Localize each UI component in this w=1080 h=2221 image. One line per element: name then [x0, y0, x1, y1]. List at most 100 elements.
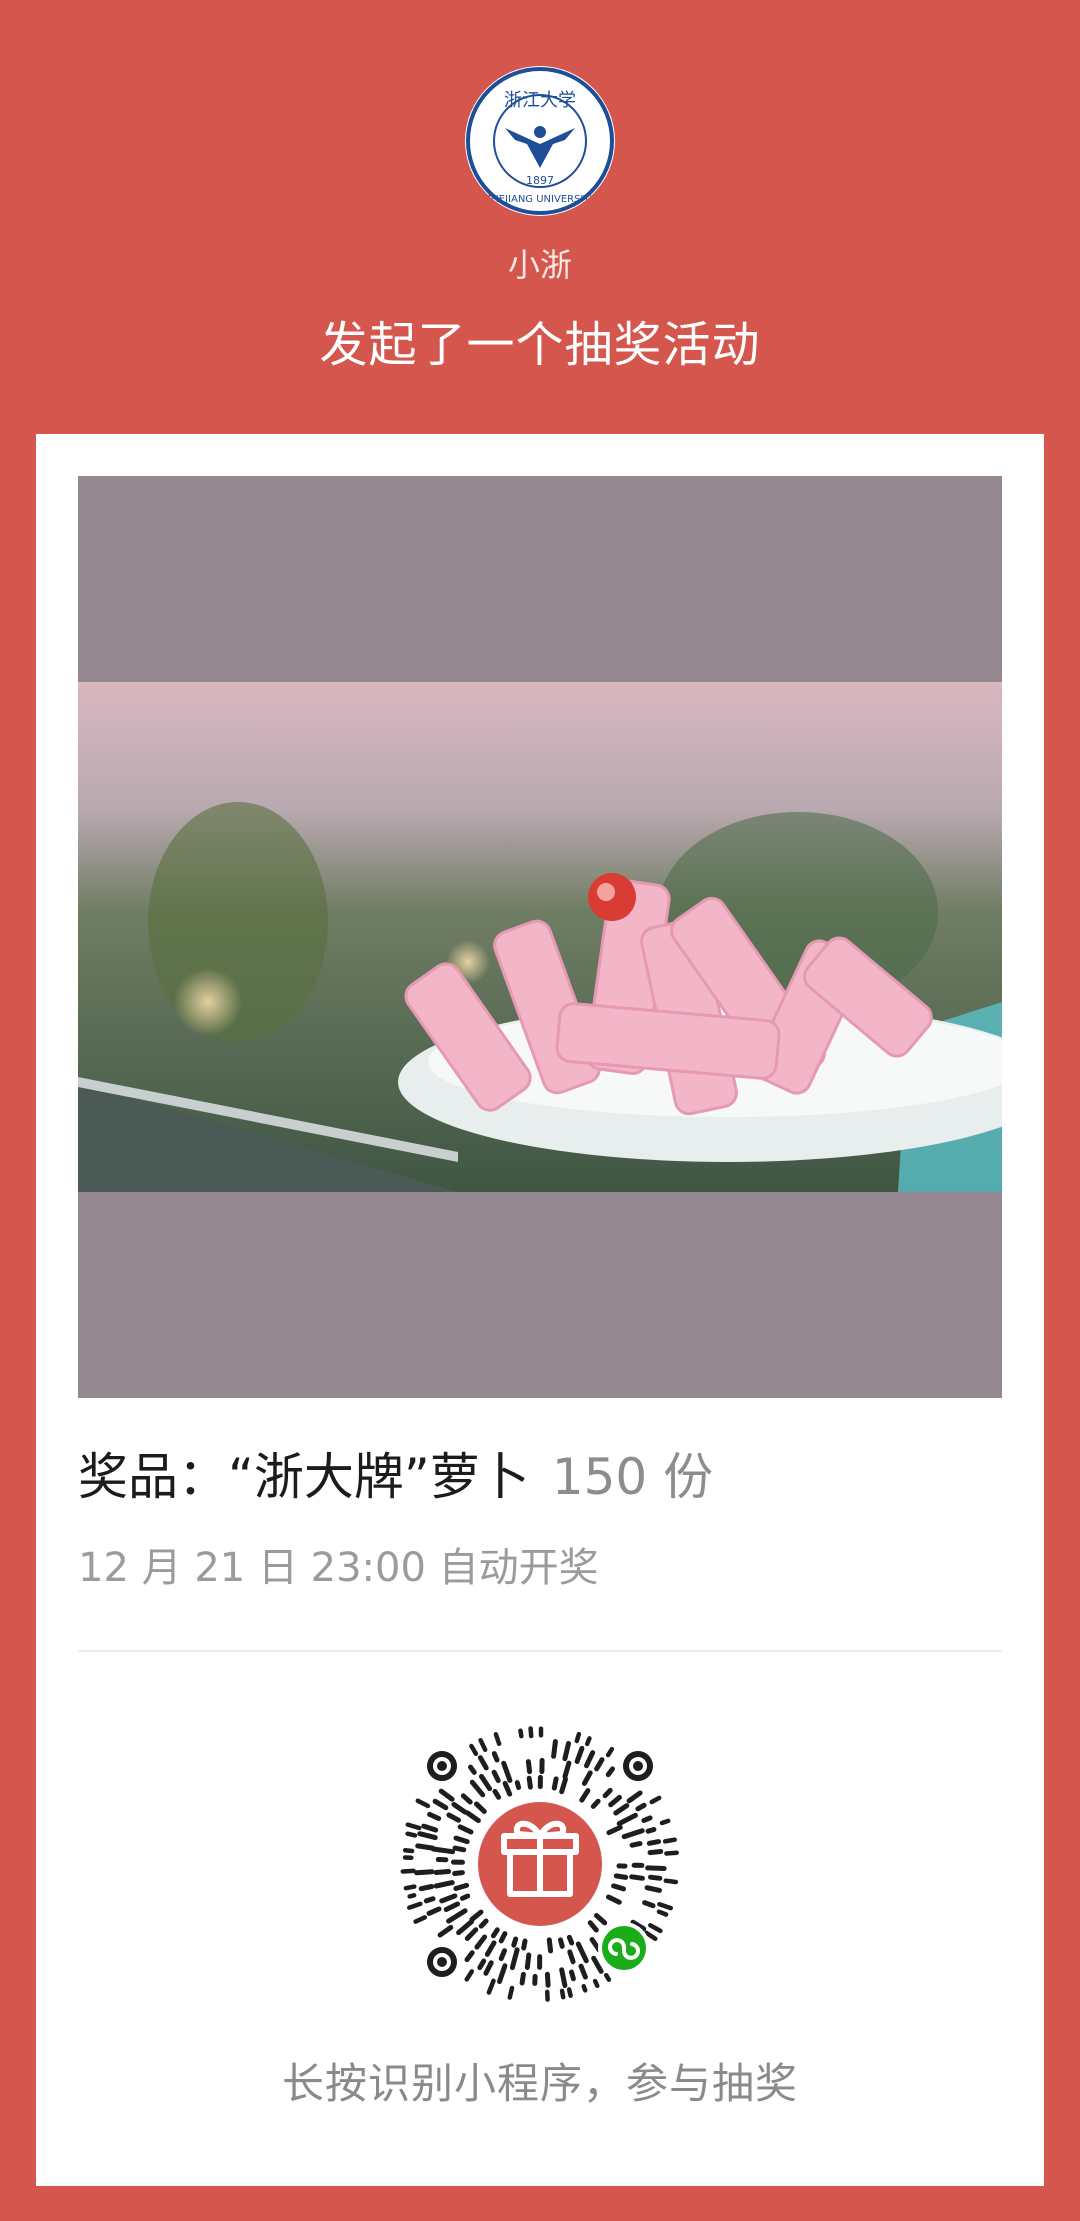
code-dash	[478, 1737, 488, 1753]
code-dash	[451, 1801, 468, 1815]
mini-program-icon	[598, 1922, 650, 1974]
code-dash	[526, 1775, 533, 1790]
code-dash	[469, 1779, 486, 1798]
code-dash	[590, 1798, 601, 1809]
code-dash	[400, 1868, 416, 1874]
mini-program-code[interactable]	[390, 1714, 690, 2014]
code-dash	[502, 1780, 513, 1797]
code-dash	[648, 1874, 663, 1881]
code-dash	[649, 1795, 662, 1805]
code-dash	[629, 1841, 643, 1848]
code-dash	[594, 1913, 608, 1926]
code-dash	[575, 1941, 589, 1964]
code-dash	[566, 1934, 575, 1946]
code-dash	[498, 1948, 507, 1962]
code-dash	[418, 1884, 435, 1892]
code-dash	[426, 1906, 442, 1916]
code-dash	[507, 1985, 515, 2000]
code-dash	[608, 1794, 622, 1808]
code-dash	[626, 1790, 643, 1804]
code-dash	[559, 1776, 568, 1795]
code-dash	[421, 1823, 439, 1833]
publisher-name: 小浙	[507, 246, 572, 284]
prize-title: 奖品：“浙大牌”萝卜	[78, 1448, 530, 1506]
code-dash	[528, 1726, 534, 1739]
code-dash	[430, 1846, 456, 1855]
code-dash	[460, 1793, 473, 1805]
code-dash	[414, 1869, 435, 1876]
code-dash	[645, 1865, 667, 1871]
code-dash	[567, 1949, 576, 1965]
code-dash	[644, 1885, 662, 1893]
code-dash	[646, 1839, 662, 1846]
code-dash	[474, 1801, 487, 1814]
code-dash	[464, 1950, 475, 1963]
prize-count: 150 份	[551, 1448, 714, 1506]
header: 浙江大学 1897 ZHEJIANG UNIVERSITY 小浙 发起了一个抽奖…	[0, 0, 1080, 434]
code-dash	[423, 1896, 436, 1904]
prize-info: 奖品：“浙大牌”萝卜 150 份	[78, 1442, 1002, 1512]
svg-text:ZHEJIANG UNIVERSITY: ZHEJIANG UNIVERSITY	[484, 194, 596, 205]
code-dash	[477, 1755, 489, 1771]
code-dash	[578, 1963, 588, 1980]
code-dash	[491, 1751, 500, 1763]
code-dash	[659, 1818, 671, 1826]
code-dash	[569, 1969, 576, 1982]
code-dash	[459, 1893, 471, 1901]
code-dash	[511, 1936, 519, 1948]
code-dash	[474, 1934, 488, 1950]
code-dash	[648, 1923, 663, 1934]
code-dash	[438, 1788, 455, 1802]
code-dash	[584, 1736, 592, 1747]
code-dash	[483, 1960, 494, 1976]
code-dash	[427, 1811, 442, 1821]
code-dash	[464, 1969, 475, 1982]
code-dash	[491, 1769, 501, 1783]
code-dash	[616, 1812, 638, 1827]
code-dash	[611, 1883, 626, 1892]
zhejiang-university-seal: 浙江大学 1897 ZHEJIANG UNIVERSITY	[466, 67, 614, 215]
code-dash	[407, 1893, 417, 1899]
code-dash	[559, 1988, 566, 2000]
code-dash	[497, 1963, 508, 1984]
code-dash	[574, 1731, 582, 1744]
code-dash	[663, 1878, 679, 1885]
divider	[78, 1650, 1002, 1652]
code-dash	[439, 1893, 458, 1904]
code-dash	[602, 1787, 613, 1799]
code-dash	[642, 1900, 656, 1909]
code-dash	[613, 1873, 629, 1880]
code-dash	[478, 1918, 489, 1929]
code-dash	[645, 1827, 657, 1834]
code-dash	[594, 1757, 605, 1772]
code-dash	[469, 1909, 484, 1922]
code-dash	[479, 1774, 493, 1792]
event-headline: 发起了一个抽奖活动	[319, 317, 761, 373]
code-dash	[468, 1764, 477, 1775]
code-dash	[433, 1869, 452, 1875]
code-dash	[606, 1894, 622, 1905]
code-dash	[501, 1760, 513, 1783]
code-dash	[664, 1850, 679, 1856]
code-dash	[469, 1743, 479, 1757]
code-dash	[606, 1824, 623, 1836]
code-dash	[452, 1845, 467, 1853]
code-dash	[514, 1780, 522, 1790]
pickled-radish-image	[78, 682, 1002, 1192]
code-dash	[559, 1967, 568, 1988]
code-dash	[453, 1835, 470, 1845]
code-dash	[519, 1971, 526, 1986]
code-dash	[453, 1882, 470, 1891]
code-dash	[656, 1909, 669, 1917]
code-dash	[641, 1815, 653, 1823]
code-dash	[566, 1987, 573, 1998]
code-dash	[456, 1919, 474, 1936]
code-dash	[581, 1983, 588, 1993]
code-dash	[521, 1938, 528, 1951]
code-dash	[405, 1831, 418, 1838]
code-dash	[635, 1802, 647, 1812]
svg-text:浙江大学: 浙江大学	[504, 90, 576, 111]
code-dash	[574, 1745, 585, 1764]
code-dash	[562, 1741, 571, 1762]
code-dash	[605, 1746, 615, 1758]
